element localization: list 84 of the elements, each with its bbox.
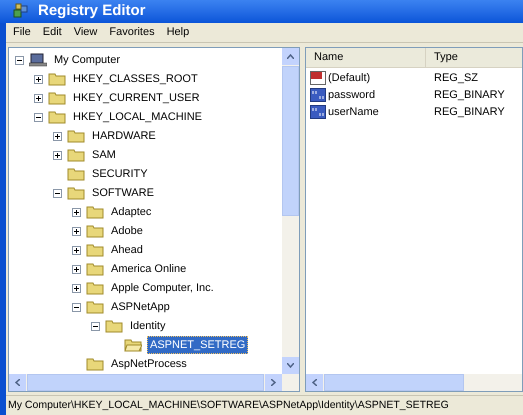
value-name[interactable]: password — [328, 86, 376, 104]
tree-item[interactable]: SOFTWARE — [90, 184, 156, 202]
menu-item[interactable]: Edit — [42, 24, 63, 40]
tree-item[interactable]: America Online — [109, 260, 188, 278]
tree-item[interactable]: HKEY_CURRENT_USER — [71, 90, 202, 106]
tree-item[interactable]: SAM — [90, 146, 118, 164]
folder-icon — [86, 357, 104, 371]
menu-item[interactable]: View — [72, 24, 98, 40]
plus-icon — [74, 286, 79, 290]
plus-icon — [36, 76, 41, 82]
folder-icon — [86, 281, 104, 295]
menu-item[interactable]: File — [12, 24, 32, 40]
status-bar: My Computer\HKEY_LOCAL_MACHINE\SOFTWARE\ASPNetApp\Identity\ASPNET_SETREG — [6, 394, 523, 415]
registry-icon — [12, 2, 30, 20]
folder-icon — [67, 148, 85, 162]
value-type: REG_BINARY — [433, 104, 505, 120]
tree-item[interactable]: HKEY_LOCAL_MACHINE — [71, 108, 204, 126]
folder-icon — [86, 300, 104, 314]
expand-button[interactable] — [72, 208, 81, 216]
tree-item[interactable]: Adaptec — [109, 204, 154, 220]
plus-icon — [36, 96, 41, 100]
folder-icon — [48, 110, 66, 124]
expand-button[interactable] — [72, 264, 81, 274]
folder-icon — [67, 167, 85, 181]
plus-icon — [55, 152, 60, 158]
collapse-button[interactable] — [34, 112, 43, 122]
folder-icon — [86, 243, 104, 257]
tree-item[interactable]: Apple Computer, Inc. — [109, 280, 216, 296]
window-title: Registry Editor — [38, 1, 146, 21]
expand-button[interactable] — [72, 284, 81, 292]
folder-icon — [67, 186, 85, 200]
plus-icon — [74, 266, 79, 272]
column-header[interactable]: Name — [306, 48, 426, 66]
folder-icon — [67, 129, 85, 143]
collapse-button[interactable] — [53, 188, 62, 198]
folder-icon — [105, 319, 123, 333]
minus-icon — [36, 114, 41, 120]
binary-value-icon — [310, 105, 326, 119]
tree-item[interactable]: SECURITY — [90, 166, 150, 182]
menu-item[interactable]: Help — [166, 24, 190, 40]
expand-button[interactable] — [34, 94, 43, 102]
expand-button[interactable] — [34, 74, 43, 84]
plus-icon — [74, 248, 79, 252]
plus-icon — [74, 228, 79, 234]
folder-icon — [86, 205, 104, 219]
plus-icon — [74, 210, 79, 214]
value-name[interactable]: userName — [328, 104, 379, 120]
collapse-button[interactable] — [91, 322, 100, 330]
horizontal-scrollbar[interactable] — [306, 374, 522, 390]
computer-icon — [29, 53, 47, 67]
collapse-button[interactable] — [15, 56, 24, 64]
expand-button[interactable] — [53, 150, 62, 160]
value-name[interactable]: (Default) — [328, 70, 370, 86]
string-value-icon — [310, 71, 326, 85]
expand-button[interactable] — [72, 226, 81, 236]
folder-icon — [48, 91, 66, 105]
open-folder-icon — [124, 338, 142, 352]
tree-item[interactable]: ASPNET_SETREG — [147, 336, 248, 354]
tree-item[interactable]: Ahead — [109, 242, 145, 258]
minus-icon — [17, 58, 22, 62]
tree-item[interactable]: HKEY_CLASSES_ROOT — [71, 70, 200, 88]
expand-button[interactable] — [53, 132, 62, 140]
binary-value-icon — [310, 88, 326, 102]
plus-icon — [55, 134, 60, 138]
column-header[interactable]: Type — [426, 48, 522, 66]
vertical-scrollbar[interactable] — [282, 48, 299, 374]
minus-icon — [55, 190, 60, 196]
expand-button[interactable] — [72, 246, 81, 254]
value-type: REG_BINARY — [433, 88, 505, 103]
tree-item[interactable]: ASPNetApp — [109, 298, 172, 316]
tree-item[interactable]: AspNetProcess — [109, 356, 189, 372]
folder-icon — [86, 224, 104, 238]
tree-item[interactable]: Identity — [128, 318, 168, 334]
collapse-button[interactable] — [72, 302, 81, 312]
value-type: REG_SZ — [433, 70, 478, 86]
folder-icon — [48, 72, 66, 86]
tree-item[interactable]: My Computer — [52, 52, 122, 68]
menu-item[interactable]: Favorites — [108, 24, 156, 40]
tree-item[interactable]: HARDWARE — [90, 128, 158, 144]
horizontal-scrollbar[interactable] — [9, 374, 299, 390]
tree-item[interactable]: Adobe — [109, 222, 145, 240]
minus-icon — [93, 324, 98, 328]
folder-icon — [86, 262, 104, 276]
minus-icon — [74, 304, 79, 310]
